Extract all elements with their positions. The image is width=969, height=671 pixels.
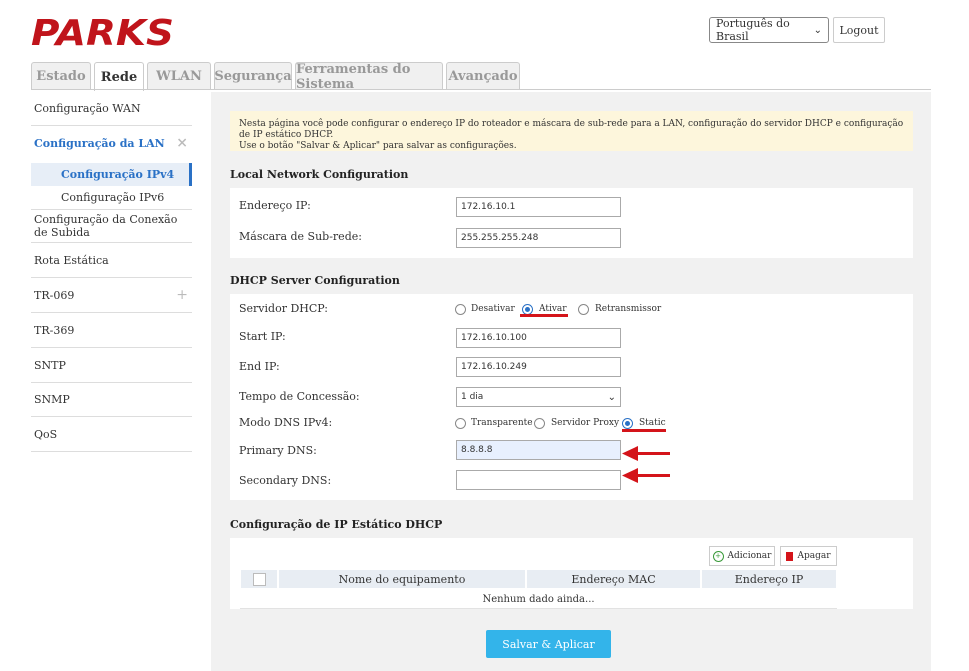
column-header-ip: Endereço IP [701, 569, 837, 589]
logo-text: PARKS [31, 14, 174, 48]
sidebar-item-uplink[interactable]: Configuração da Conexão de Subida [31, 209, 192, 243]
language-value: Português do Brasil [716, 17, 790, 43]
sidebar-item-label: TR-069 [34, 288, 75, 302]
sidebar-item-label: Configuração WAN [34, 102, 141, 115]
sidebar-item-tr369[interactable]: TR-369 [31, 313, 192, 348]
primary-dns-label: Primary DNS: [239, 444, 317, 457]
tab-wlan[interactable]: WLAN [147, 62, 211, 90]
sidebar-item-label: Rota Estática [34, 253, 109, 267]
end-ip-label: End IP: [239, 360, 280, 373]
lan-section-title: Local Network Configuration [230, 168, 409, 181]
language-select[interactable]: Português do Brasil ⌄ [709, 17, 829, 43]
info-line-1: Nesta página você pode configurar o ende… [239, 119, 904, 140]
column-header-mac: Endereço MAC [526, 569, 701, 589]
sidebar-item-label: SNTP [34, 358, 66, 372]
annotation-underline [520, 314, 568, 317]
tab-avancado[interactable]: Avançado [446, 62, 520, 90]
primary-dns-input[interactable]: 8.8.8.8 [456, 440, 621, 460]
sidebar-item-static-route[interactable]: Rota Estática [31, 243, 192, 278]
tab-ferramentas[interactable]: Ferramentas do Sistema [295, 62, 443, 92]
radio-servidor-proxy-label: Servidor Proxy [551, 418, 620, 428]
radio-retransmissor[interactable] [578, 304, 589, 315]
radio-desativar[interactable] [455, 304, 466, 315]
radio-desativar-label: Desativar [471, 304, 515, 314]
dhcp-server-label: Servidor DHCP: [239, 302, 328, 315]
table-empty-row: Nenhum dado ainda... [240, 590, 837, 609]
save-apply-button[interactable]: Salvar & Aplicar [486, 630, 611, 658]
radio-static-label: Static [639, 418, 666, 428]
mask-input[interactable]: 255.255.255.248 [456, 228, 621, 248]
plus-circle-icon: + [712, 550, 724, 562]
sidebar-item-sntp[interactable]: SNTP [31, 348, 192, 383]
sidebar-subitem-ipv6[interactable]: Configuração IPv6 [31, 186, 192, 209]
tab-estado[interactable]: Estado [31, 62, 91, 90]
secondary-dns-input[interactable] [456, 470, 621, 490]
sidebar-subitem-ipv4[interactable]: Configuração IPv4 [31, 163, 192, 186]
lease-select[interactable]: 1 dia ⌄ [456, 387, 621, 407]
table-header-checkbox-cell [240, 569, 278, 589]
annotation-underline [622, 429, 666, 432]
sidebar-item-label: Configuração da LAN [34, 136, 165, 150]
annotation-arrow [622, 446, 670, 461]
radio-servidor-proxy[interactable] [534, 418, 545, 429]
start-ip-input[interactable]: 172.16.10.100 [456, 328, 621, 348]
dhcp-section-title: DHCP Server Configuration [230, 274, 400, 287]
mask-label: Máscara de Sub-rede: [239, 230, 362, 243]
lease-label: Tempo de Concessão: [239, 390, 360, 403]
end-ip-input[interactable]: 172.16.10.249 [456, 357, 621, 377]
annotation-arrows [622, 446, 670, 483]
sidebar-item-snmp[interactable]: SNMP [31, 383, 192, 417]
info-banner: Nesta página você pode configurar o ende… [230, 111, 913, 151]
sidebar-item-label: QoS [34, 427, 58, 441]
start-ip-label: Start IP: [239, 330, 286, 343]
sidebar-item-qos[interactable]: QoS [31, 417, 192, 452]
radio-retransmissor-label: Retransmissor [595, 304, 662, 314]
tab-seguranca[interactable]: Segurança [214, 62, 292, 90]
chevron-down-icon: ⌄ [607, 391, 616, 403]
main-tabs: Estado Rede WLAN Segurança Ferramentas d… [31, 62, 523, 92]
lease-value: 1 dia [461, 392, 484, 402]
dns-mode-label: Modo DNS IPv4: [239, 416, 333, 429]
sidebar-item-wan[interactable]: Configuração WAN [31, 92, 192, 126]
column-header-device-name: Nome do equipamento [278, 569, 526, 589]
radio-ativar-label: Ativar [539, 304, 567, 314]
info-line-2: Use o botão "Salvar & Aplicar" para salv… [239, 141, 517, 151]
tab-divider [31, 89, 931, 90]
logout-button[interactable]: Logout [833, 17, 885, 43]
parks-logo: PARKS [31, 13, 176, 54]
chevron-down-icon: ⌄ [813, 24, 822, 36]
select-all-checkbox[interactable] [252, 572, 266, 586]
ip-input[interactable]: 172.16.10.1 [456, 197, 621, 217]
sidebar-item-label: TR-369 [34, 323, 75, 337]
secondary-dns-label: Secondary DNS: [239, 474, 332, 487]
sidebar-item-label: Configuração da Conexão de Subida [34, 213, 178, 239]
static-section-title: Configuração de IP Estático DHCP [230, 518, 443, 531]
tab-rede[interactable]: Rede [94, 62, 144, 91]
plus-icon[interactable]: + [176, 287, 188, 303]
radio-static[interactable] [622, 418, 633, 429]
sidebar-item-lan[interactable]: Configuração da LAN × [31, 126, 192, 160]
annotation-arrow [622, 468, 670, 483]
radio-transparente-label: Transparente [471, 418, 533, 428]
add-button-label: Adicionar [727, 551, 772, 561]
sidebar-item-label: SNMP [34, 393, 70, 406]
radio-transparente[interactable] [455, 418, 466, 429]
close-icon[interactable]: × [176, 135, 188, 151]
ip-label: Endereço IP: [239, 199, 311, 212]
sidebar-item-tr069[interactable]: TR-069 + [31, 278, 192, 313]
delete-button-label: Apagar [797, 551, 831, 561]
delete-button[interactable]: Apagar [780, 546, 837, 566]
add-button[interactable]: + Adicionar [709, 546, 775, 566]
trash-icon [786, 551, 794, 561]
